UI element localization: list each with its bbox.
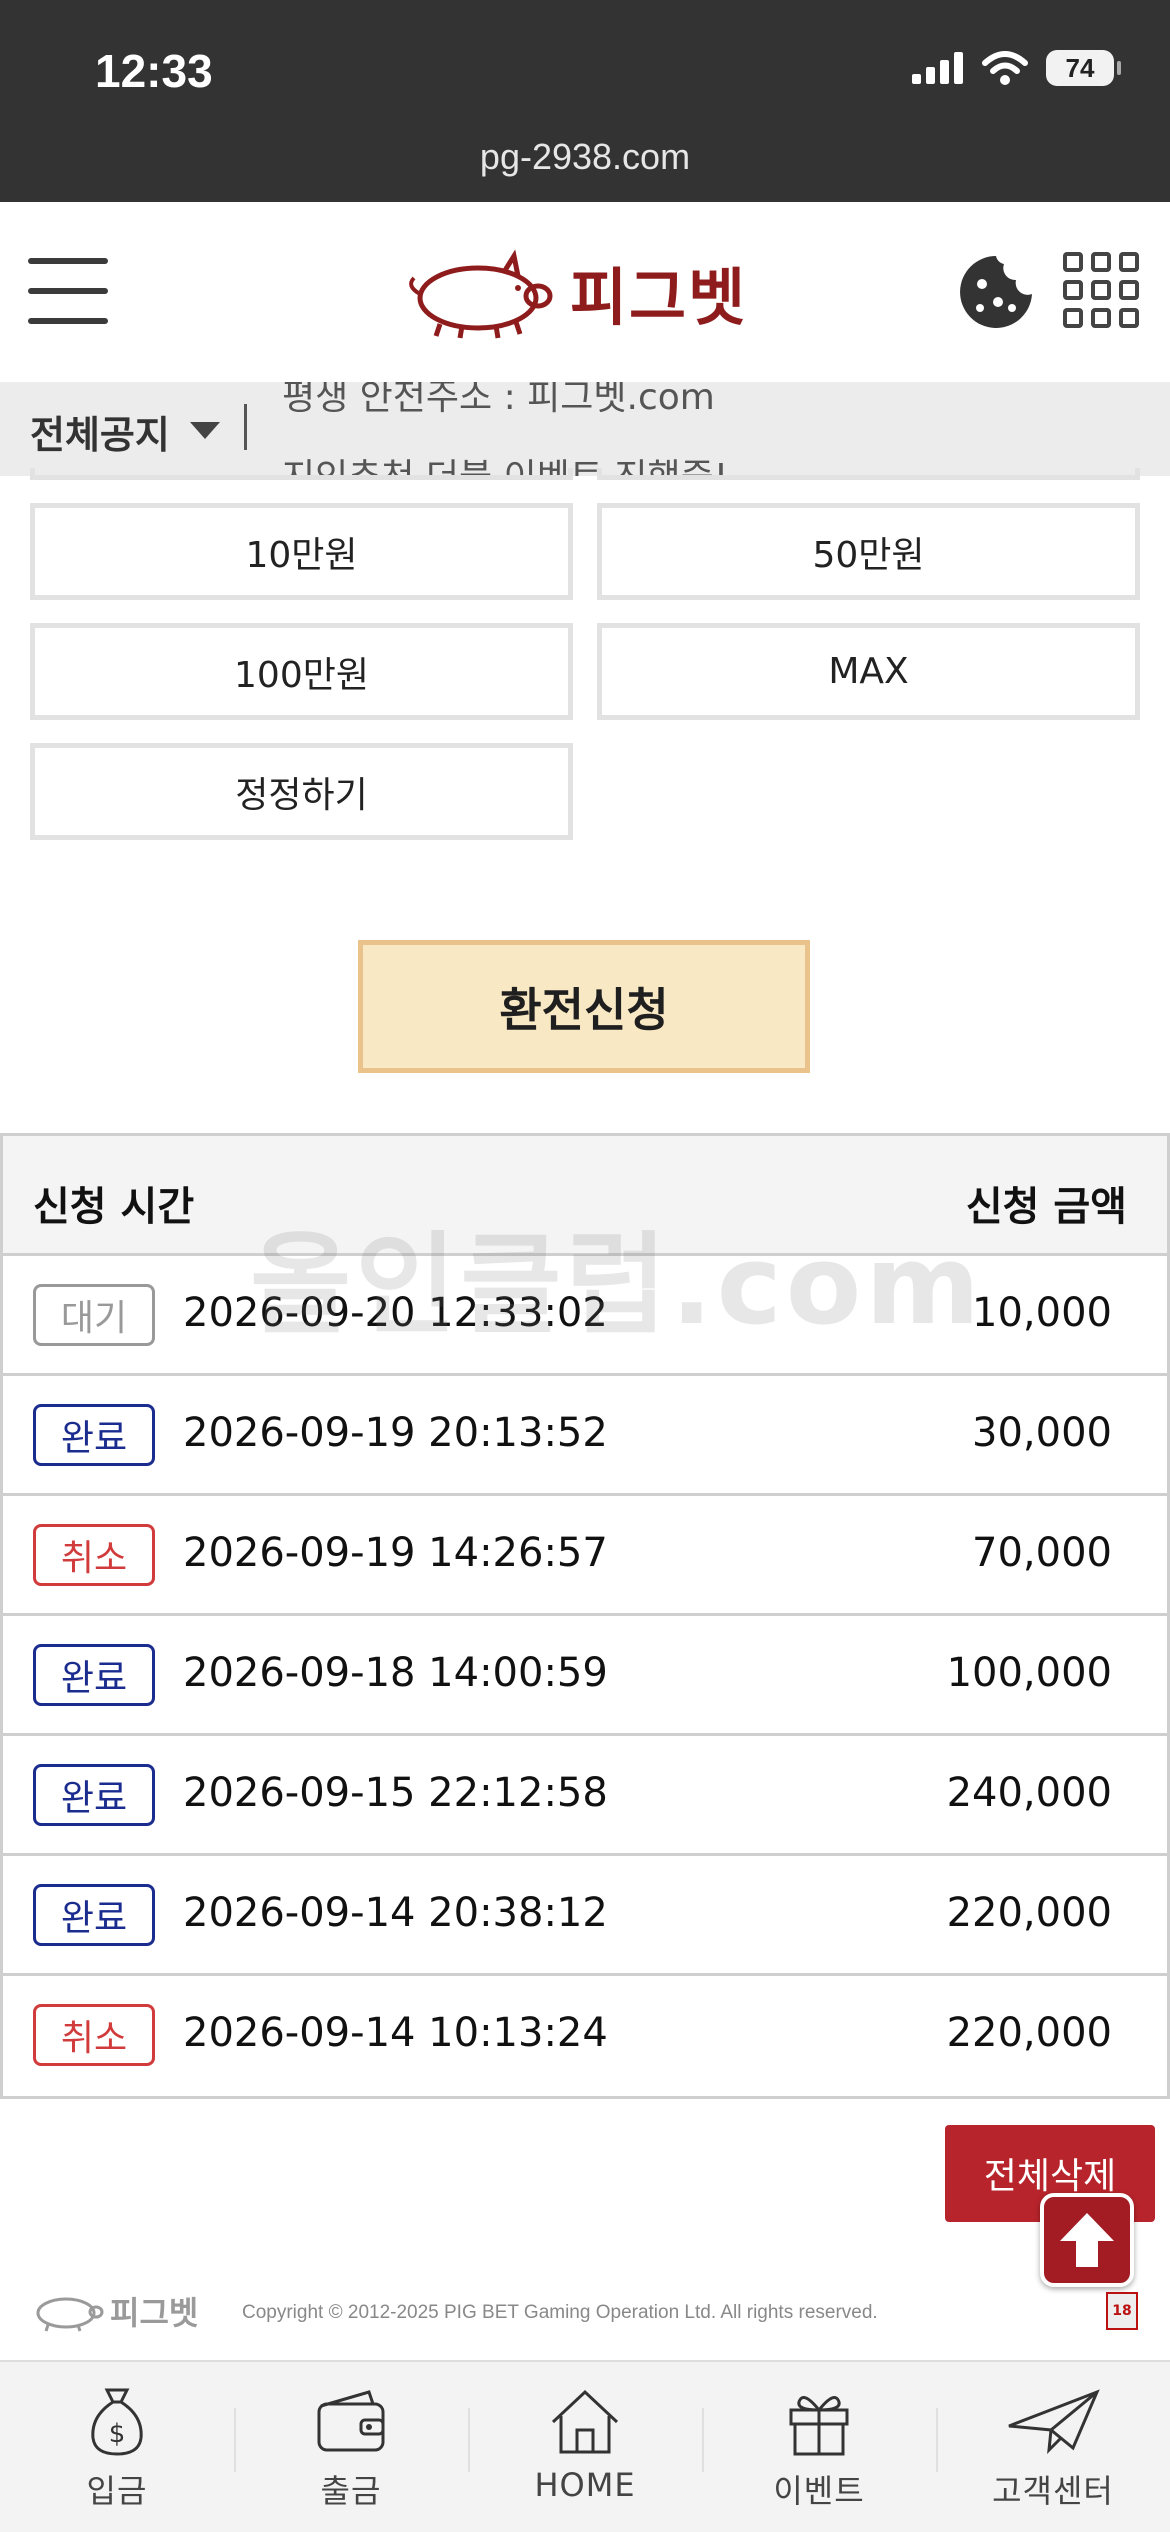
table-row: 완료 2026-09-15 22:12:58 240,000 [3,1736,1167,1856]
request-amount: 240,000 [946,1770,1112,1816]
status-time: 12:33 [95,45,213,97]
browser-top-bar: 12:33 74 pg-2938.com [0,0,1170,202]
request-time: 2026-09-19 14:26:57 [183,1530,608,1576]
table-row: 취소 2026-09-19 14:26:57 70,000 [3,1496,1167,1616]
nav-home-label: HOME [534,2466,636,2504]
pig-logo-icon [409,249,553,339]
notice-label[interactable]: 전체공지 [30,404,170,459]
nav-deposit[interactable]: $ 입금 [0,2362,234,2532]
home-icon [551,2389,619,2454]
nav-support[interactable]: 고객센터 [936,2362,1170,2532]
table-row: 완료 2026-09-18 14:00:59 100,000 [3,1616,1167,1736]
request-amount: 30,000 [972,1410,1112,1456]
table-row: 취소 2026-09-14 10:13:24 220,000 [3,1976,1167,2096]
signal-icon [912,52,963,84]
money-bag-icon: $ [91,2388,143,2456]
menu-icon[interactable] [28,258,108,324]
request-amount: 100,000 [946,1650,1112,1696]
nav-event[interactable]: 이벤트 [702,2362,936,2532]
column-header-amount: 신청 금액 [965,1184,1127,1230]
status-badge: 취소 [33,1524,155,1586]
battery-icon: 74 [1046,50,1121,86]
wifi-icon [982,51,1028,85]
request-amount: 10,000 [972,1290,1112,1336]
bottom-navigation: $ 입금 출금 HOME 이벤트 고객센터 [0,2360,1170,2532]
request-amount: 70,000 [972,1530,1112,1576]
svg-text:$: $ [109,2419,126,2449]
request-time: 2026-09-19 20:13:52 [183,1410,608,1456]
request-time: 2026-09-14 10:13:24 [183,2010,608,2056]
footer-logo: 피그벳 [30,2288,198,2334]
request-time: 2026-09-18 14:00:59 [183,1650,608,1696]
status-badge: 완료 [33,1884,155,1946]
status-badge: 완료 [33,1644,155,1706]
site-footer: 피그벳 Copyright © 2012-2025 PIG BET Gaming… [0,2280,1170,2360]
footer-logo-text: 피그벳 [110,2294,199,2332]
column-header-time: 신청 시간 [33,1184,195,1230]
amount-button-partial [597,468,1140,480]
nav-event-label: 이벤트 [773,2472,865,2510]
logo-text: 피그벳 [570,261,748,334]
notice-ticker-line-1[interactable]: 평생 안전주소 : 피그벳.com [282,382,715,420]
request-amount: 220,000 [946,1890,1112,1936]
cookie-icon[interactable] [958,254,1034,330]
request-amount: 220,000 [946,2010,1112,2056]
nav-support-label: 고객센터 [992,2472,1114,2510]
age-rating-badge: 18 [1106,2292,1138,2330]
arrow-up-icon [1060,2213,1114,2267]
nav-home[interactable]: HOME [468,2362,702,2532]
paper-plane-icon [1008,2389,1100,2455]
watermark: 올인클럽.com [250,1221,984,1349]
address-bar-url[interactable]: pg-2938.com [0,136,1170,178]
request-time: 2026-09-14 20:38:12 [183,1890,608,1936]
amount-button-partial [30,468,573,480]
amount-100k-button[interactable]: 10만원 [30,503,573,600]
notice-bar[interactable]: 전체공지 평생 안전주소 : 피그벳.com 지인추천 더블 이벤트 진행중! [0,382,1170,476]
status-badge: 완료 [33,1404,155,1466]
dropdown-caret-icon[interactable] [190,422,220,439]
status-badge: 완료 [33,1764,155,1826]
reset-amount-button[interactable]: 정정하기 [30,743,573,840]
request-time: 2026-09-15 22:12:58 [183,1770,608,1816]
site-header: 피그벳 [0,202,1170,382]
nav-withdraw[interactable]: 출금 [234,2362,468,2532]
amount-500k-button[interactable]: 50만원 [597,503,1140,600]
nav-withdraw-label: 출금 [320,2472,382,2510]
site-logo[interactable]: 피그벳 [400,244,747,340]
amount-max-button[interactable]: MAX [597,623,1140,720]
grid-menu-icon[interactable] [1063,252,1139,328]
status-icons: 74 [912,50,1121,86]
nav-deposit-label: 입금 [86,2472,148,2510]
wallet-icon [317,2390,385,2452]
table-row: 완료 2026-09-19 20:13:52 30,000 [3,1376,1167,1496]
pig-logo-icon [36,2297,104,2332]
notice-divider [244,404,247,450]
copyright-text: Copyright © 2012-2025 PIG BET Gaming Ope… [242,2302,878,2323]
gift-icon [789,2396,849,2456]
amount-1m-button[interactable]: 100만원 [30,623,573,720]
table-row: 완료 2026-09-14 20:38:12 220,000 [3,1856,1167,1976]
status-badge: 대기 [33,1284,155,1346]
status-badge: 취소 [33,2004,155,2066]
scroll-top-button[interactable] [1040,2193,1134,2287]
withdraw-apply-button[interactable]: 환전신청 [358,940,810,1073]
